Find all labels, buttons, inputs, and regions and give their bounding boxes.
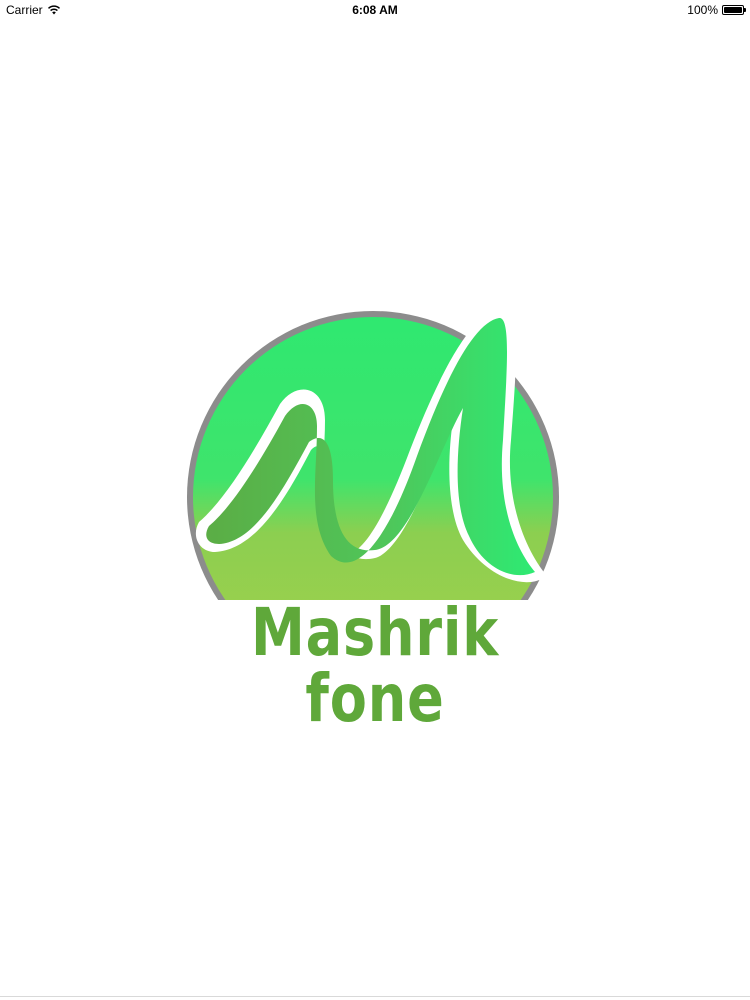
logo-emblem [187, 307, 559, 683]
status-bar: Carrier 6:08 AM 100% [0, 0, 750, 20]
logo-wordmark: Mashrik fone [250, 594, 500, 737]
status-right: 100% [687, 3, 746, 17]
battery-percent: 100% [687, 3, 718, 17]
battery-cap [744, 8, 746, 12]
bottom-divider [0, 996, 750, 997]
battery-icon [722, 5, 746, 15]
app-logo: Mashrik fone [185, 300, 565, 732]
status-time: 6:08 AM [352, 3, 398, 17]
battery-fill [724, 7, 742, 13]
